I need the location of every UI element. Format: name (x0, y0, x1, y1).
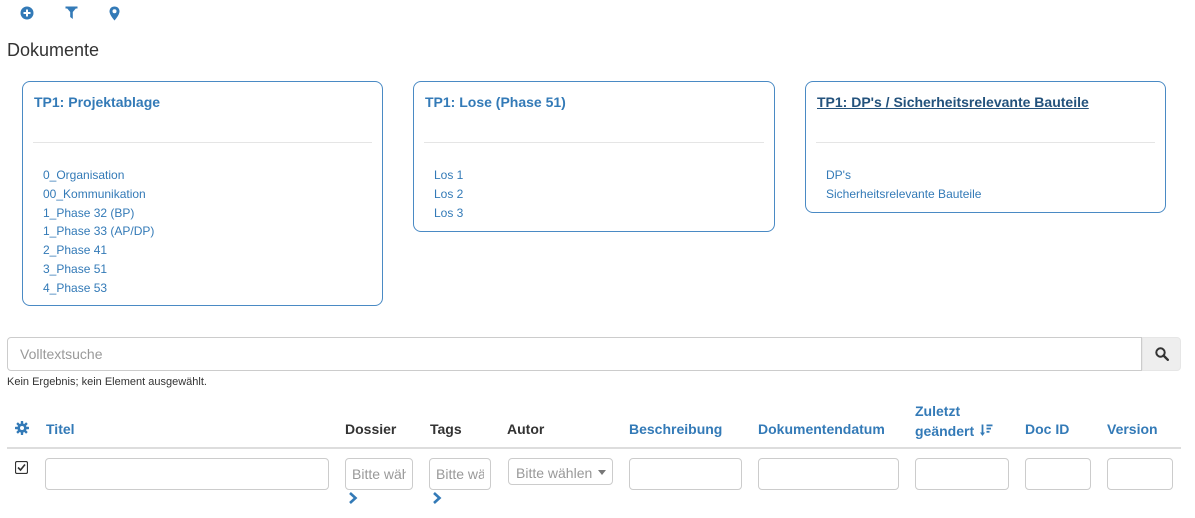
column-header-doc-id[interactable]: Doc ID (1025, 421, 1069, 437)
column-header-version[interactable]: Version (1107, 421, 1158, 437)
filter-autor-select-value: Bitte wählen (516, 465, 593, 481)
filter-version-input[interactable] (1107, 458, 1173, 490)
filter-autor-select[interactable]: Bitte wählen (508, 458, 613, 485)
panel-link[interactable]: 3_Phase 51 (43, 260, 154, 279)
panel-link[interactable]: 1_Phase 33 (AP/DP) (43, 222, 154, 241)
caret-down-icon (598, 470, 606, 475)
panel-title[interactable]: TP1: DP's / Sicherheitsrelevante Bauteil… (817, 94, 1089, 110)
filter-tags-input[interactable] (429, 458, 491, 490)
table-header-divider (7, 447, 1181, 449)
panel-link[interactable]: 0_Organisation (43, 166, 154, 185)
panel-dps-sicherheitsrelevante-bauteile: TP1: DP's / Sicherheitsrelevante Bauteil… (805, 81, 1166, 213)
panel-link[interactable]: 4_Phase 53 (43, 279, 154, 298)
panel-divider (816, 142, 1155, 143)
panel-title[interactable]: TP1: Lose (Phase 51) (425, 94, 566, 110)
panel-link[interactable]: Los 3 (434, 204, 463, 223)
column-header-zuletzt-geaendert[interactable]: Zuletzt geändert (915, 401, 993, 441)
panel-link[interactable]: Los 2 (434, 185, 463, 204)
column-header-dokumentendatum[interactable]: Dokumentendatum (758, 421, 885, 437)
column-header-zuletzt-line2: geändert (915, 423, 975, 439)
panel-link[interactable]: DP's (826, 166, 981, 185)
column-header-tags: Tags (430, 421, 462, 437)
sort-amount-desc-icon (980, 424, 993, 436)
panel-link[interactable]: Sicherheitsrelevante Bauteile (826, 185, 981, 204)
panel-projektablage: TP1: Projektablage 0_Organisation 00_Kom… (22, 81, 383, 306)
filter-icon[interactable] (65, 6, 81, 24)
chevron-right-icon[interactable] (432, 492, 442, 507)
panel-link[interactable]: 2_Phase 41 (43, 241, 154, 260)
search-icon (1155, 347, 1169, 361)
panel-lose: TP1: Lose (Phase 51) Los 1 Los 2 Los 3 (413, 81, 775, 232)
filter-beschreibung-input[interactable] (629, 458, 742, 490)
panel-link[interactable]: Los 1 (434, 166, 463, 185)
search-bar (7, 337, 1181, 371)
page-title: Dokumente (7, 40, 100, 60)
column-header-autor: Autor (507, 421, 545, 437)
panel-link[interactable]: 1_Phase 32 (BP) (43, 204, 154, 223)
filter-dokumentendatum-input[interactable] (758, 458, 899, 490)
panel-divider (33, 142, 372, 143)
search-input[interactable] (7, 337, 1142, 371)
column-header-zuletzt-line2-wrap: geändert (915, 421, 993, 441)
result-status: Kein Ergebnis; kein Element ausgewählt. (7, 376, 207, 388)
column-header-dossier: Dossier (345, 421, 397, 437)
panel-link-list: 0_Organisation 00_Kommunikation 1_Phase … (43, 166, 154, 298)
filter-doc-id-input[interactable] (1025, 458, 1091, 490)
filter-zuletzt-geaendert-input[interactable] (915, 458, 1009, 490)
column-header-titel[interactable]: Titel (46, 421, 75, 437)
panel-link-list: Los 1 Los 2 Los 3 (434, 166, 463, 222)
panel-title[interactable]: TP1: Projektablage (34, 94, 160, 110)
chevron-right-icon[interactable] (348, 492, 358, 507)
panel-divider (424, 142, 764, 143)
select-all-checkbox[interactable] (14, 460, 29, 477)
panel-link[interactable]: 00_Kommunikation (43, 185, 154, 204)
search-button[interactable] (1142, 337, 1181, 371)
plus-circle-icon[interactable] (20, 6, 36, 24)
column-header-beschreibung[interactable]: Beschreibung (629, 421, 722, 437)
gear-icon[interactable] (15, 421, 29, 438)
panel-link-list: DP's Sicherheitsrelevante Bauteile (826, 166, 981, 204)
map-marker-icon[interactable] (109, 6, 125, 24)
filter-dossier-input[interactable] (345, 458, 413, 490)
filter-titel-input[interactable] (45, 458, 329, 490)
column-header-zuletzt-line1: Zuletzt (915, 403, 961, 419)
